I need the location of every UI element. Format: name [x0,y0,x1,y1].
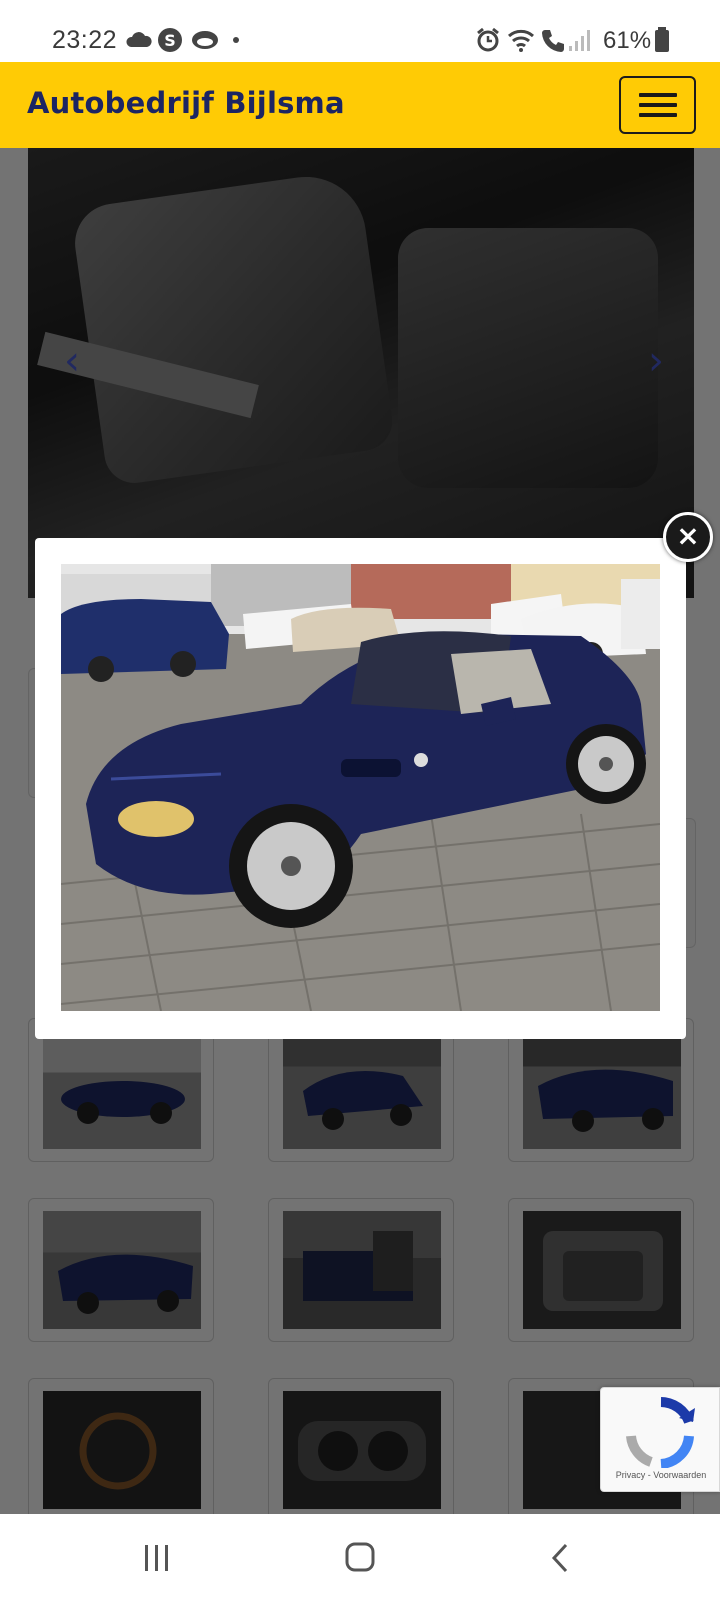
alarm-icon [477,27,499,52]
s-app-icon: S [158,28,182,52]
recent-apps-icon[interactable] [143,1545,171,1571]
recaptcha-links[interactable]: Privacy - Voorwaarden [601,1470,720,1480]
dot-icon [233,37,239,43]
call-icon [542,30,564,52]
lightbox-car-photo [61,564,660,1011]
brand-logo-text[interactable]: Autobedrijf Bijlsma [27,86,345,120]
menu-button[interactable] [619,76,696,134]
back-icon[interactable] [550,1543,570,1573]
wifi-icon [508,29,534,52]
signal-icon [569,30,590,51]
recaptcha-badge[interactable]: Privacy - Voorwaarden [600,1387,720,1492]
site-header: Autobedrijf Bijlsma [0,62,720,148]
battery-icon [655,27,669,52]
weather-icon [192,31,218,49]
svg-text:S: S [164,31,176,50]
home-icon[interactable] [345,1542,375,1572]
cloud-icon [126,32,152,47]
lightbox-close-button[interactable]: × [663,512,713,562]
image-lightbox [35,538,686,1039]
hamburger-icon [639,93,677,97]
status-bar: 23:22 S 61% [0,0,720,62]
recaptcha-icon [626,1397,695,1468]
android-nav-bar [0,1514,720,1600]
battery-percent: 61% [603,27,652,54]
status-time: 23:22 [52,26,118,54]
close-icon: × [676,519,700,552]
